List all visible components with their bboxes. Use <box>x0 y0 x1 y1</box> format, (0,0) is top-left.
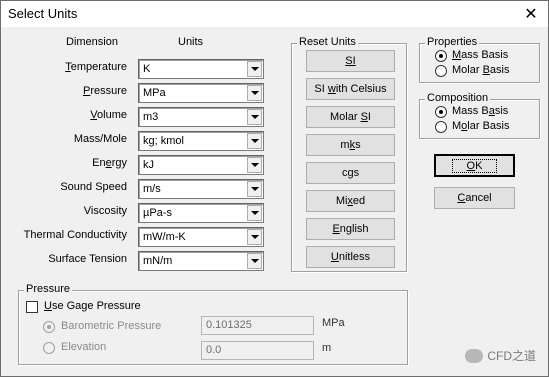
unit-select[interactable]: mN/m <box>138 251 264 271</box>
barometric-pressure-label: Barometric Pressure <box>61 320 162 332</box>
unit-select[interactable]: m/s <box>138 179 264 199</box>
reset-button[interactable]: cgs <box>306 162 395 184</box>
chevron-down-icon[interactable] <box>247 181 262 197</box>
watermark-text: CFD之道 <box>487 349 536 363</box>
ok-accel: O <box>466 159 476 172</box>
chevron-down-icon[interactable] <box>247 61 262 77</box>
chevron-down-icon[interactable] <box>247 133 262 149</box>
reset-button-label: SI with Celsius <box>314 83 387 95</box>
reset-button-label: English <box>332 223 369 235</box>
reset-button[interactable]: Unitless <box>306 246 395 268</box>
dimension-header: Dimension <box>66 36 118 48</box>
chevron-down-icon[interactable] <box>247 205 262 221</box>
unit-select[interactable]: kJ <box>138 155 264 175</box>
unit-select-value: m/s <box>143 183 161 195</box>
elevation-unit: m <box>322 342 332 354</box>
unit-select-value: kJ <box>143 159 154 171</box>
dimension-label: Mass/Mole <box>73 133 127 145</box>
properties-option-label: Mass Basis <box>452 49 509 61</box>
dimension-label: Volume <box>90 109 127 121</box>
reset-button-label: cgs <box>341 167 360 179</box>
chevron-down-icon[interactable] <box>247 109 262 125</box>
chevron-down-icon[interactable] <box>247 229 262 245</box>
reset-button[interactable]: Molar SI <box>306 106 395 128</box>
elevation-field[interactable]: 0.0 <box>201 341 314 360</box>
composition-option-label: Mass Basis <box>452 105 509 117</box>
unit-select[interactable]: kg; kmol <box>138 131 264 151</box>
barometric-pressure-value: 0.101325 <box>206 319 252 331</box>
ok-label: K <box>475 159 483 172</box>
close-icon: ✕ <box>524 6 538 23</box>
pressure-title: Pressure <box>24 283 73 295</box>
unit-select-value: m3 <box>143 111 159 123</box>
dimension-label: Sound Speed <box>60 181 127 193</box>
dialog-title: Select Units <box>8 6 78 21</box>
unit-select[interactable]: MPa <box>138 83 264 103</box>
elevation-radio[interactable] <box>43 342 55 354</box>
reset-units-title: Reset Units <box>297 36 358 48</box>
chevron-down-icon[interactable] <box>247 85 262 101</box>
reset-button-label: mks <box>340 139 361 151</box>
title-bar: Select Units ✕ <box>1 1 548 27</box>
close-button[interactable]: ✕ <box>514 1 548 27</box>
dimension-label: Pressure <box>82 85 127 97</box>
wechat-logo-icon <box>465 348 484 363</box>
barometric-pressure-radio[interactable] <box>43 321 55 333</box>
properties-title: Properties <box>425 36 480 48</box>
properties-option-label: Molar Basis <box>452 64 510 76</box>
composition-title: Composition <box>425 92 491 104</box>
dimension-label: Temperature <box>65 61 127 73</box>
reset-button[interactable]: SI with Celsius <box>306 78 395 100</box>
units-header: Units <box>178 36 204 48</box>
composition-option-radio[interactable] <box>435 106 447 118</box>
properties-option-radio[interactable] <box>435 65 447 77</box>
select-units-dialog: Select Units ✕ Dimension Units Temperatu… <box>0 0 549 377</box>
reset-button[interactable]: Mixed <box>306 190 395 212</box>
elevation-label: Elevation <box>61 341 107 353</box>
unit-select-value: kg; kmol <box>143 135 184 147</box>
reset-button[interactable]: mks <box>306 134 395 156</box>
watermark: CFD之道 <box>465 347 536 364</box>
composition-option-label: Molar Basis <box>452 120 510 132</box>
unit-select-value: mW/m-K <box>143 231 186 243</box>
dimension-label: Thermal Conductivity <box>23 229 127 241</box>
reset-button-label: Unitless <box>330 251 371 263</box>
unit-select[interactable]: K <box>138 59 264 79</box>
ok-button[interactable]: OK <box>434 154 515 177</box>
dimension-label: Viscosity <box>83 205 127 217</box>
unit-select-value: MPa <box>143 87 166 99</box>
chevron-down-icon[interactable] <box>247 253 262 269</box>
composition-option-radio[interactable] <box>435 121 447 133</box>
dimension-label: Surface Tension <box>48 253 127 265</box>
reset-button-label: Mixed <box>335 195 366 207</box>
barometric-pressure-unit: MPa <box>322 317 345 329</box>
use-gage-pressure-checkbox[interactable] <box>26 301 38 313</box>
unit-select[interactable]: m3 <box>138 107 264 127</box>
elevation-value: 0.0 <box>206 344 222 356</box>
cancel-label: Cancel <box>457 192 492 204</box>
reset-button[interactable]: SI <box>306 50 395 72</box>
reset-button-label: SI <box>345 55 356 67</box>
cancel-button[interactable]: Cancel <box>434 187 515 209</box>
unit-select[interactable]: µPa-s <box>138 203 264 223</box>
use-gage-pressure-label: Use Gage Pressure <box>44 300 141 312</box>
unit-select-value: K <box>143 63 151 75</box>
chevron-down-icon[interactable] <box>247 157 262 173</box>
unit-select-value: µPa-s <box>143 207 172 219</box>
unit-select-value: mN/m <box>143 255 173 267</box>
unit-select[interactable]: mW/m-K <box>138 227 264 247</box>
dimension-label: Energy <box>92 157 127 169</box>
reset-button[interactable]: English <box>306 218 395 240</box>
barometric-pressure-field[interactable]: 0.101325 <box>201 316 314 335</box>
properties-option-radio[interactable] <box>435 50 447 62</box>
reset-button-label: Molar SI <box>330 111 371 123</box>
